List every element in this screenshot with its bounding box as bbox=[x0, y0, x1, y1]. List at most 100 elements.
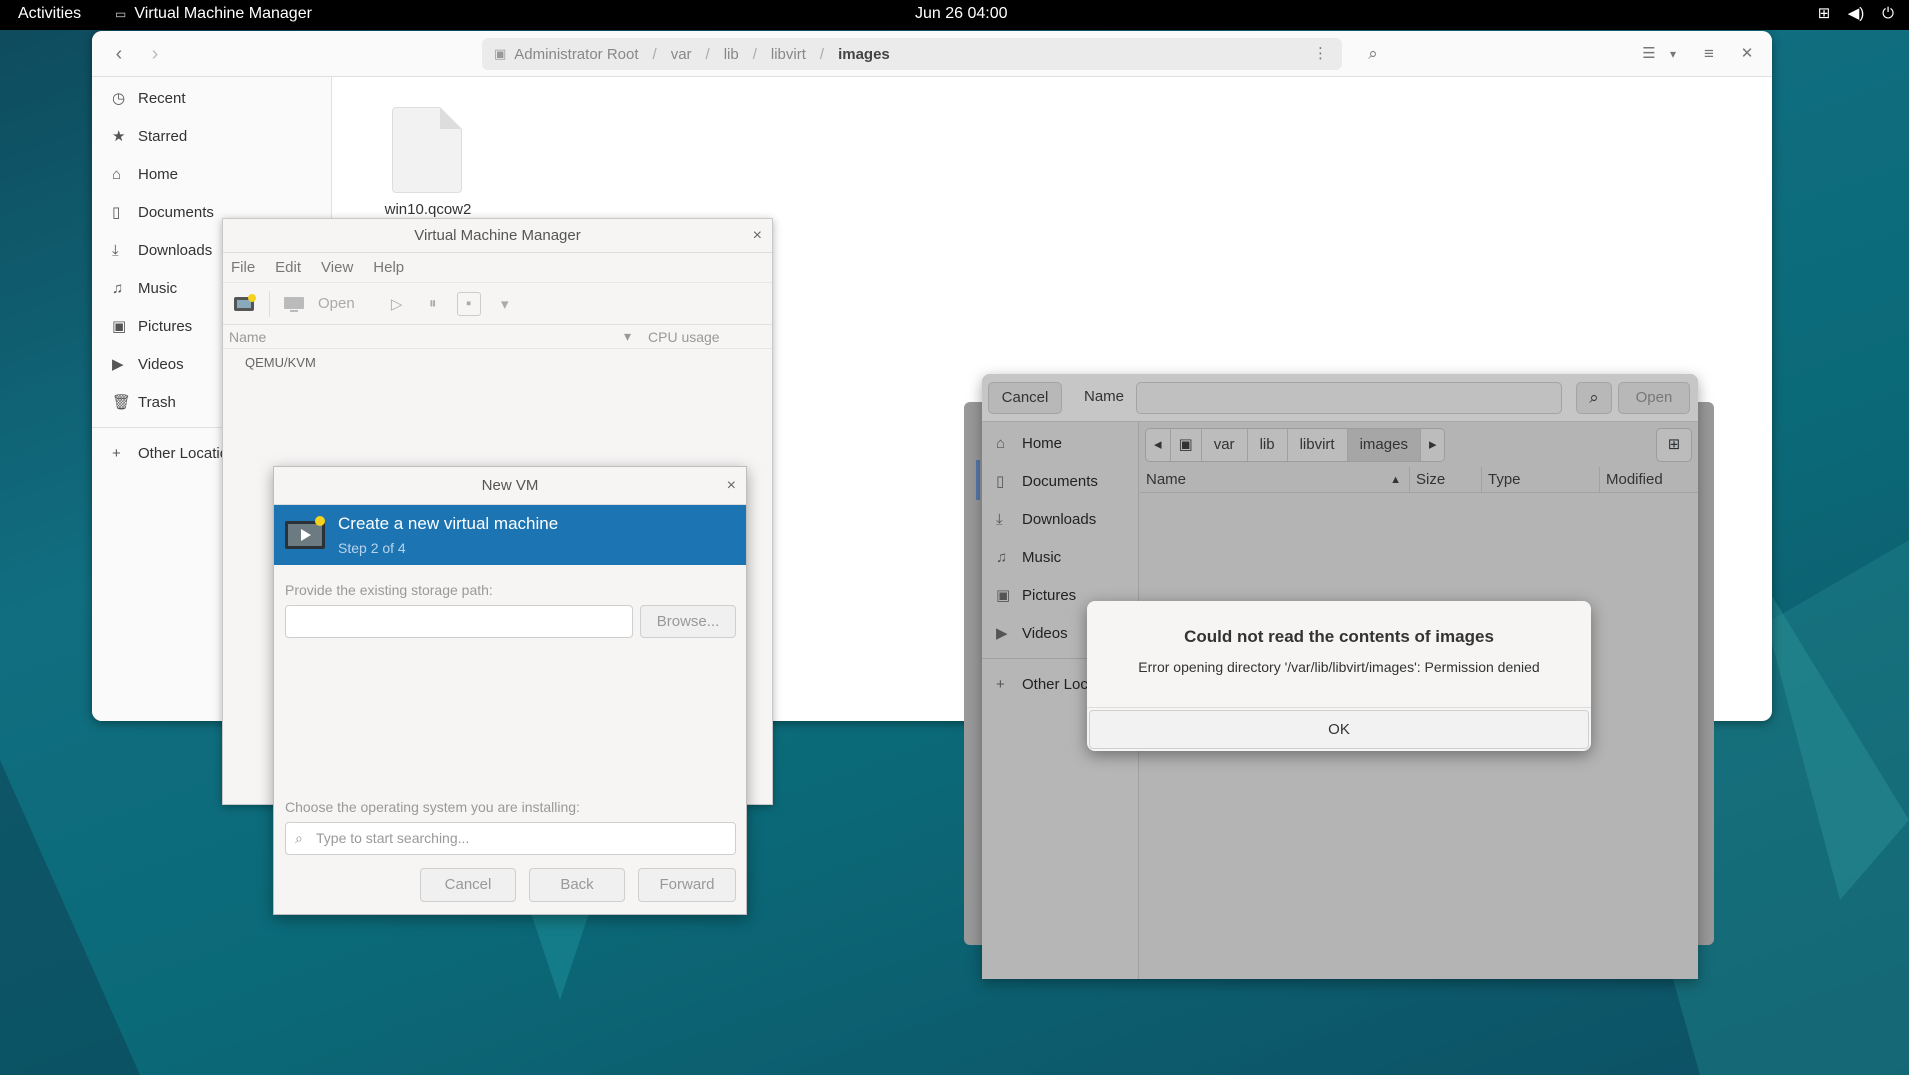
clock-icon: ◷ bbox=[112, 90, 126, 107]
menu-edit[interactable]: Edit bbox=[275, 259, 301, 276]
file-icon[interactable] bbox=[392, 107, 462, 193]
sidebar-item-label: Videos bbox=[138, 355, 184, 373]
play-icon[interactable]: ▷ bbox=[385, 292, 409, 316]
column-name[interactable]: Name ▲ bbox=[1140, 467, 1410, 492]
os-search-input[interactable]: ⌕ Type to start searching... bbox=[285, 822, 736, 855]
search-icon: ⌕ bbox=[295, 830, 303, 846]
crumb-images[interactable]: images bbox=[1347, 429, 1421, 461]
sidebar-item-documents[interactable]: ▯ Documents bbox=[982, 462, 1138, 500]
close-icon[interactable]: × bbox=[753, 219, 762, 253]
cancel-button[interactable]: Cancel bbox=[420, 868, 516, 902]
drive-icon: ▣ bbox=[494, 46, 507, 61]
drive-icon[interactable]: ▣ bbox=[1170, 429, 1202, 461]
app-menu[interactable]: ▭ Virtual Machine Manager bbox=[115, 5, 312, 23]
forward-button[interactable]: Forward bbox=[638, 868, 736, 902]
column-type[interactable]: Type bbox=[1482, 467, 1600, 492]
menu-view[interactable]: View bbox=[321, 259, 353, 276]
path-segment[interactable]: var bbox=[671, 46, 692, 63]
menu-help[interactable]: Help bbox=[373, 259, 404, 276]
monitor-icon[interactable] bbox=[282, 292, 306, 316]
list-item[interactable]: QEMU/KVM bbox=[223, 349, 772, 377]
sidebar-item-label: Home bbox=[138, 165, 179, 183]
path-segment[interactable]: Administrator Root bbox=[514, 46, 638, 63]
column-name[interactable]: Name bbox=[229, 329, 624, 345]
chooser-open-button[interactable]: Open bbox=[1618, 382, 1690, 414]
view-options-icon[interactable]: ▾ bbox=[1660, 41, 1686, 67]
ok-button[interactable]: OK bbox=[1089, 710, 1589, 749]
back-button[interactable]: Back bbox=[529, 868, 625, 902]
star-icon: ★ bbox=[112, 128, 126, 145]
plus-icon: + bbox=[112, 444, 121, 462]
sidebar-item-label: Other Locatio bbox=[138, 444, 229, 462]
sidebar-item-recent[interactable]: ◷ Recent bbox=[92, 79, 331, 117]
back-icon[interactable]: ‹ bbox=[106, 41, 132, 67]
sidebar-item-starred[interactable]: ★ Starred bbox=[92, 117, 331, 155]
path-separator: / bbox=[705, 45, 710, 63]
error-button-bar: OK bbox=[1087, 707, 1591, 751]
path-separator: / bbox=[819, 45, 825, 63]
breadcrumb: ◂ ▣ var lib libvirt images ▸ bbox=[1145, 428, 1446, 462]
menu-file[interactable]: File bbox=[231, 259, 255, 276]
sidebar-item-label: Music bbox=[138, 279, 178, 297]
crumb-libvirt[interactable]: libvirt bbox=[1287, 429, 1348, 461]
storage-path-input[interactable] bbox=[285, 605, 633, 638]
chevron-right-icon[interactable]: ▸ bbox=[1420, 429, 1445, 461]
vmm-menubar: File Edit View Help bbox=[223, 253, 772, 283]
chevron-down-icon[interactable]: ▾ bbox=[493, 292, 517, 316]
new-vm-icon[interactable] bbox=[233, 292, 257, 316]
home-icon: ⌂ bbox=[112, 165, 122, 183]
pause-icon[interactable]: ⏸ bbox=[421, 292, 445, 316]
crumb-var[interactable]: var bbox=[1201, 429, 1248, 461]
vm-monitor-icon bbox=[284, 515, 328, 555]
path-menu-icon[interactable]: ⋮ bbox=[1313, 44, 1328, 62]
vmm-toolbar: Open ▷ ⏸ ▪ ▾ bbox=[223, 283, 772, 325]
sidebar-item-downloads[interactable]: ⤓ Downloads bbox=[982, 500, 1138, 538]
search-icon[interactable]: ⌕ bbox=[1576, 382, 1612, 414]
chevron-left-icon[interactable]: ◂ bbox=[1146, 429, 1171, 461]
column-modified[interactable]: Modified bbox=[1600, 467, 1698, 492]
sidebar-item-home[interactable]: ⌂ Home bbox=[92, 155, 331, 193]
system-tray[interactable]: ⊞ ◀) ⏻ bbox=[1815, 5, 1897, 23]
path-segment[interactable]: lib bbox=[724, 46, 739, 63]
sidebar-item-music[interactable]: ♫ Music bbox=[982, 538, 1138, 576]
picture-icon: ▣ bbox=[112, 318, 127, 335]
sidebar-item-label: Trash bbox=[138, 393, 176, 411]
menu-icon[interactable]: ≡ bbox=[1696, 41, 1722, 67]
clock[interactable]: Jun 26 04:00 bbox=[915, 5, 1008, 23]
file-name[interactable]: win10.qcow2 bbox=[376, 201, 480, 218]
window-title: Virtual Machine Manager bbox=[414, 227, 581, 244]
plus-icon: + bbox=[996, 675, 1005, 693]
sidebar-item-home[interactable]: ⌂ Home bbox=[982, 424, 1138, 462]
activities-button[interactable]: Activities bbox=[18, 5, 81, 23]
list-view-icon[interactable]: ☰ bbox=[1636, 41, 1662, 67]
error-title: Could not read the contents of images bbox=[1184, 627, 1494, 646]
stop-icon[interactable]: ▪ bbox=[456, 291, 481, 316]
column-cpu[interactable]: CPU usage bbox=[648, 329, 720, 345]
files-header: ‹ › ▣ Administrator Root / var / lib / libv… bbox=[92, 31, 1772, 77]
banner-title: Create a new virtual machine bbox=[338, 514, 559, 533]
sidebar-item-label: Downloads bbox=[138, 241, 213, 259]
forward-icon[interactable]: › bbox=[142, 41, 168, 67]
close-icon[interactable]: ✕ bbox=[1734, 41, 1760, 67]
file-list-header: Name ▲ Size Type Modified bbox=[1140, 467, 1698, 493]
download-icon: ⤓ bbox=[112, 241, 119, 259]
chooser-cancel-button[interactable]: Cancel bbox=[988, 382, 1062, 414]
sort-icon: ▾ bbox=[624, 328, 632, 344]
path-segment[interactable]: libvirt bbox=[771, 46, 806, 63]
column-size[interactable]: Size bbox=[1410, 467, 1482, 492]
search-icon[interactable]: ⌕ bbox=[1360, 41, 1386, 67]
error-message: Error opening directory '/var/lib/libvir… bbox=[1138, 659, 1540, 675]
dialog-titlebar: New VM × bbox=[274, 467, 746, 505]
new-folder-icon[interactable]: ⊞ bbox=[1656, 428, 1692, 462]
document-icon: ▯ bbox=[996, 473, 1005, 490]
name-input[interactable] bbox=[1136, 382, 1562, 414]
close-icon[interactable]: × bbox=[727, 467, 736, 505]
path-bar[interactable]: ▣ Administrator Root / var / lib / libvirt /… bbox=[482, 38, 1342, 70]
crumb-lib[interactable]: lib bbox=[1247, 429, 1288, 461]
storage-path-label: Provide the existing storage path: bbox=[285, 582, 493, 598]
path-segment-current[interactable]: images bbox=[838, 46, 890, 63]
browse-button[interactable]: Browse... bbox=[640, 605, 736, 638]
video-icon: ▶ bbox=[112, 356, 124, 373]
toolbar-divider bbox=[269, 290, 270, 317]
open-button[interactable]: Open bbox=[318, 295, 355, 312]
